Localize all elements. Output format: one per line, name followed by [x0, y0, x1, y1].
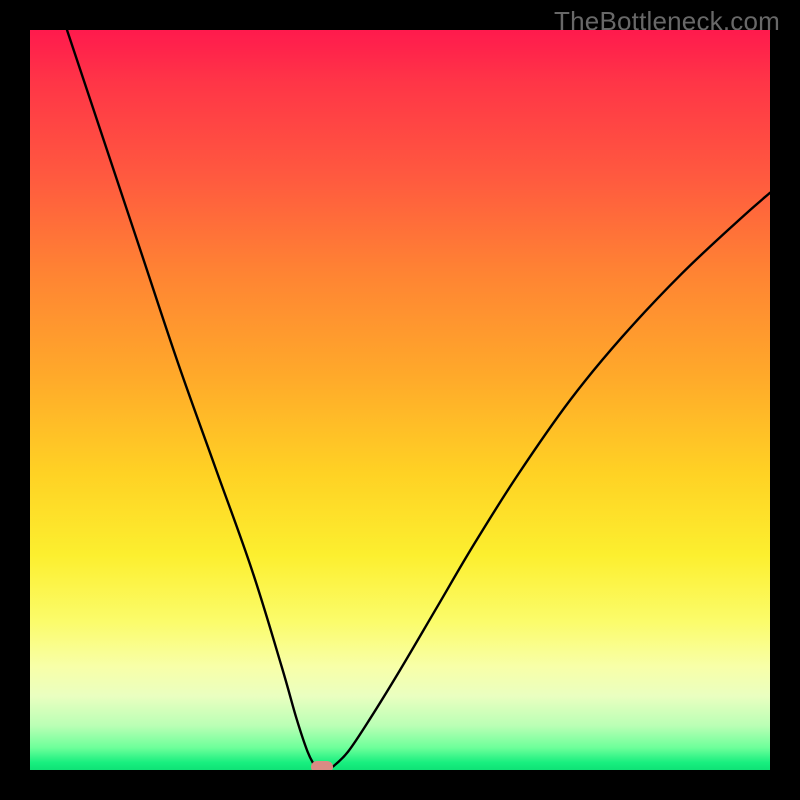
minimum-marker	[311, 761, 333, 770]
curve-svg	[30, 30, 770, 770]
curve-right-branch	[333, 193, 770, 767]
plot-area	[30, 30, 770, 770]
chart-frame: TheBottleneck.com	[0, 0, 800, 800]
curve-left-branch	[67, 30, 315, 766]
